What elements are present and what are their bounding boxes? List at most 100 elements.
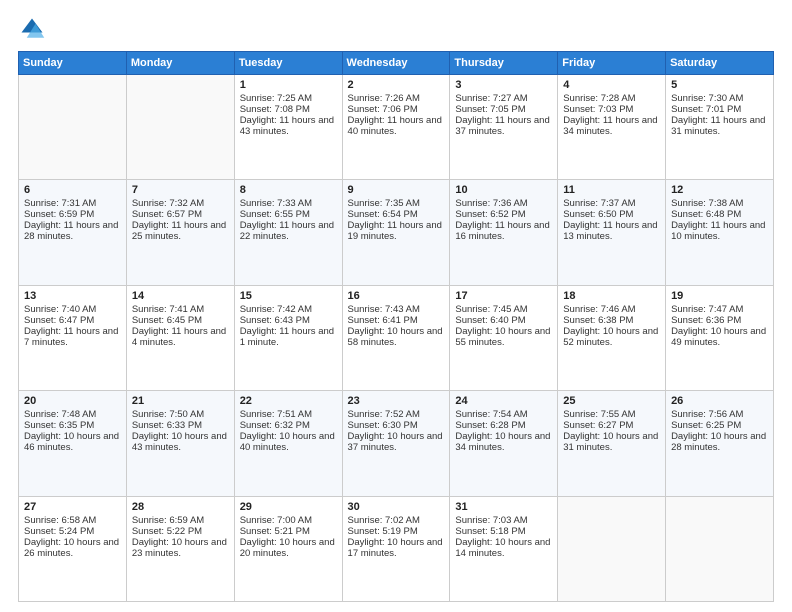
calendar-cell: 10Sunrise: 7:36 AMSunset: 6:52 PMDayligh… [450,180,558,285]
weekday-header-monday: Monday [126,52,234,75]
day-number: 26 [671,395,768,407]
day-number: 19 [671,290,768,302]
day-number: 2 [348,79,445,91]
daylight-text: Daylight: 11 hours and 1 minute. [240,326,334,348]
sunrise-text: Sunrise: 7:02 AM [348,515,420,526]
sunset-text: Sunset: 6:36 PM [671,315,741,326]
calendar-cell: 23Sunrise: 7:52 AMSunset: 6:30 PMDayligh… [342,391,450,496]
daylight-text: Daylight: 10 hours and 37 minutes. [348,431,443,453]
day-number: 9 [348,184,445,196]
daylight-text: Daylight: 10 hours and 23 minutes. [132,537,227,559]
sunset-text: Sunset: 6:57 PM [132,209,202,220]
logo-icon [18,15,46,43]
sunrise-text: Sunrise: 7:45 AM [455,304,527,315]
calendar-cell: 7Sunrise: 7:32 AMSunset: 6:57 PMDaylight… [126,180,234,285]
day-number: 12 [671,184,768,196]
calendar-cell: 22Sunrise: 7:51 AMSunset: 6:32 PMDayligh… [234,391,342,496]
week-row-5: 27Sunrise: 6:58 AMSunset: 5:24 PMDayligh… [19,496,774,601]
weekday-header-thursday: Thursday [450,52,558,75]
sunset-text: Sunset: 5:22 PM [132,526,202,537]
sunrise-text: Sunrise: 7:48 AM [24,409,96,420]
day-number: 5 [671,79,768,91]
daylight-text: Daylight: 11 hours and 31 minutes. [671,115,765,137]
calendar-table: SundayMondayTuesdayWednesdayThursdayFrid… [18,51,774,602]
calendar-cell: 13Sunrise: 7:40 AMSunset: 6:47 PMDayligh… [19,285,127,390]
daylight-text: Daylight: 10 hours and 28 minutes. [671,431,766,453]
calendar-cell: 29Sunrise: 7:00 AMSunset: 5:21 PMDayligh… [234,496,342,601]
day-number: 11 [563,184,660,196]
daylight-text: Daylight: 10 hours and 46 minutes. [24,431,119,453]
daylight-text: Daylight: 11 hours and 7 minutes. [24,326,118,348]
week-row-2: 6Sunrise: 7:31 AMSunset: 6:59 PMDaylight… [19,180,774,285]
sunset-text: Sunset: 6:32 PM [240,420,310,431]
calendar-cell: 27Sunrise: 6:58 AMSunset: 5:24 PMDayligh… [19,496,127,601]
calendar-cell: 18 Sunrise: 7:46 AMSunset: 6:38 PMDayligh… [558,285,666,390]
calendar-cell [666,496,774,601]
calendar-cell: 2Sunrise: 7:26 AMSunset: 7:06 PMDaylight… [342,75,450,180]
daylight-text: Daylight: 10 hours and 55 minutes. [455,326,550,348]
day-number: 23 [348,395,445,407]
sunrise-text: Sunrise: 7:37 AM [563,198,635,209]
calendar-cell: 1Sunrise: 7:25 AMSunset: 7:08 PMDaylight… [234,75,342,180]
sunrise-text: Sunrise: 7:26 AM [348,93,420,104]
sunrise-text: Sunrise: 7:46 AM [563,304,635,315]
sunset-text: Sunset: 7:05 PM [455,104,525,115]
sunrise-text: Sunrise: 7:28 AM [563,93,635,104]
calendar-cell: 6Sunrise: 7:31 AMSunset: 6:59 PMDaylight… [19,180,127,285]
day-number: 18 [563,290,660,302]
daylight-text: Daylight: 10 hours and 34 minutes. [455,431,550,453]
sunset-text: Sunset: 6:50 PM [563,209,633,220]
daylight-text: Daylight: 10 hours and 26 minutes. [24,537,119,559]
daylight-text: Daylight: 10 hours and 17 minutes. [348,537,443,559]
calendar-cell: 17 Sunrise: 7:45 AMSunset: 6:40 PMDayligh… [450,285,558,390]
sunrise-text: Sunrise: 7:25 AM [240,93,312,104]
sunrise-text: Sunrise: 7:47 AM [671,304,743,315]
day-number: 7 [132,184,229,196]
day-number: 16 [348,290,445,302]
daylight-text: Daylight: 11 hours and 43 minutes. [240,115,334,137]
day-number: 28 [132,501,229,513]
daylight-text: Daylight: 11 hours and 16 minutes. [455,220,549,242]
sunset-text: Sunset: 6:43 PM [240,315,310,326]
calendar-cell: 11 Sunrise: 7:37 AMSunset: 6:50 PMDayligh… [558,180,666,285]
daylight-text: Daylight: 10 hours and 49 minutes. [671,326,766,348]
sunrise-text: Sunrise: 7:43 AM [348,304,420,315]
sunset-text: Sunset: 6:48 PM [671,209,741,220]
calendar-cell: 25Sunrise: 7:55 AMSunset: 6:27 PMDayligh… [558,391,666,496]
sunset-text: Sunset: 6:35 PM [24,420,94,431]
weekday-header-saturday: Saturday [666,52,774,75]
daylight-text: Daylight: 10 hours and 43 minutes. [132,431,227,453]
calendar-cell: 12Sunrise: 7:38 AMSunset: 6:48 PMDayligh… [666,180,774,285]
day-number: 4 [563,79,660,91]
day-number: 8 [240,184,337,196]
sunrise-text: Sunrise: 7:41 AM [132,304,204,315]
sunrise-text: Sunrise: 6:58 AM [24,515,96,526]
day-number: 1 [240,79,337,91]
calendar-cell: 24Sunrise: 7:54 AMSunset: 6:28 PMDayligh… [450,391,558,496]
calendar-cell: 3Sunrise: 7:27 AMSunset: 7:05 PMDaylight… [450,75,558,180]
sunset-text: Sunset: 6:59 PM [24,209,94,220]
calendar-cell [19,75,127,180]
sunset-text: Sunset: 6:38 PM [563,315,633,326]
sunset-text: Sunset: 6:28 PM [455,420,525,431]
sunset-text: Sunset: 6:40 PM [455,315,525,326]
daylight-text: Daylight: 11 hours and 10 minutes. [671,220,765,242]
sunset-text: Sunset: 6:52 PM [455,209,525,220]
daylight-text: Daylight: 11 hours and 25 minutes. [132,220,226,242]
calendar-cell: 15Sunrise: 7:42 AMSunset: 6:43 PMDayligh… [234,285,342,390]
header [18,15,774,43]
sunrise-text: Sunrise: 7:50 AM [132,409,204,420]
weekday-header-wednesday: Wednesday [342,52,450,75]
day-number: 31 [455,501,552,513]
day-number: 17 [455,290,552,302]
sunrise-text: Sunrise: 7:51 AM [240,409,312,420]
day-number: 22 [240,395,337,407]
calendar-cell [126,75,234,180]
sunrise-text: Sunrise: 7:54 AM [455,409,527,420]
daylight-text: Daylight: 11 hours and 13 minutes. [563,220,657,242]
calendar-cell: 28Sunrise: 6:59 AMSunset: 5:22 PMDayligh… [126,496,234,601]
sunset-text: Sunset: 5:19 PM [348,526,418,537]
sunset-text: Sunset: 6:54 PM [348,209,418,220]
sunset-text: Sunset: 6:25 PM [671,420,741,431]
daylight-text: Daylight: 10 hours and 52 minutes. [563,326,658,348]
